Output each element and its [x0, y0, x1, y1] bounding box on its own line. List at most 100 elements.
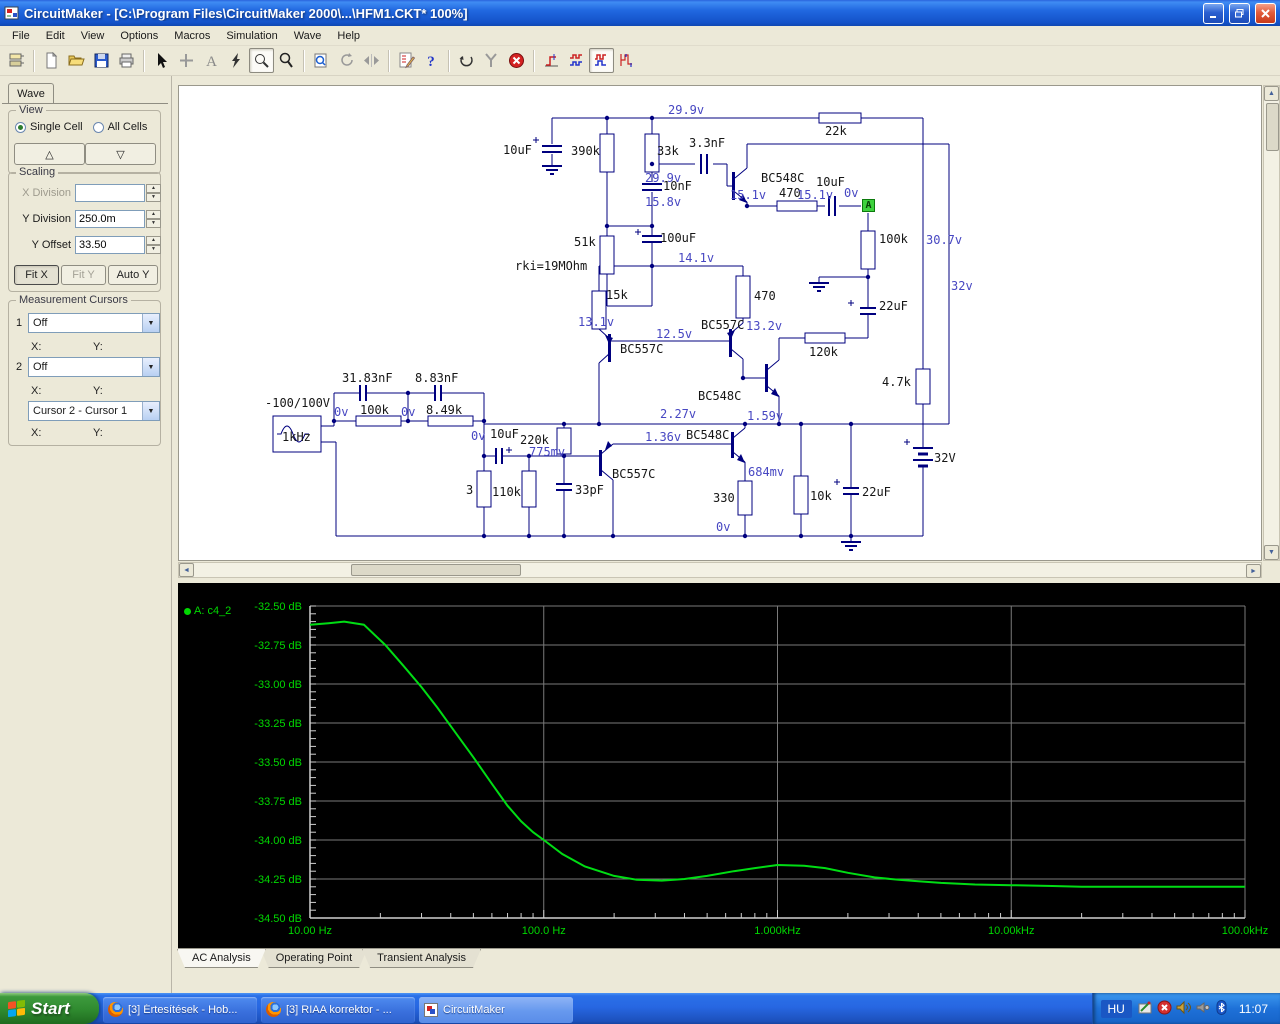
axis-tick-label: 10.00kHz	[988, 925, 1034, 937]
stop-tool-button[interactable]	[504, 48, 529, 73]
cursor1-y-label: Y:	[93, 341, 103, 353]
axis-tick-label: -33.00 dB	[254, 679, 302, 691]
radio-all-cells[interactable]	[92, 121, 104, 133]
dropdown-arrow-icon[interactable]: ▼	[142, 358, 159, 376]
schematic-label: 15k	[606, 288, 628, 302]
cursor2-select[interactable]: Off ▼	[28, 357, 160, 377]
taskbar-task[interactable]: [3] Értesítések - Hob...	[103, 996, 257, 1023]
restore-button[interactable]	[1229, 2, 1250, 24]
save-file-button[interactable]	[89, 48, 114, 73]
menu-view[interactable]: View	[73, 28, 113, 44]
toolbar-separator	[303, 49, 305, 72]
fit-x-button[interactable]: Fit X	[14, 265, 59, 285]
menu-edit[interactable]: Edit	[38, 28, 73, 44]
security-alert-icon[interactable]	[1157, 1000, 1172, 1018]
x-division-spinner[interactable]: ▲ ▼	[146, 184, 161, 202]
tab-wave[interactable]: Wave	[8, 83, 54, 104]
waveform-plot-panel[interactable]: A: c4_2 -32.50 dB -32.75 dB -33.00 dB -33.2…	[178, 583, 1280, 948]
cursor2-y-label: Y:	[93, 385, 103, 397]
waveform-tool-button[interactable]	[564, 48, 589, 73]
zoom-tool-icon	[255, 54, 269, 68]
wire-tool-button[interactable]	[174, 48, 199, 73]
start-button[interactable]: Start	[0, 993, 99, 1024]
zoom-window-tool-icon	[314, 53, 327, 68]
y-division-spinner[interactable]: ▲ ▼	[146, 210, 161, 228]
magnify-tool-button[interactable]	[274, 48, 299, 73]
text-tool-button[interactable]: A	[199, 48, 224, 73]
delete-tool-button[interactable]	[224, 48, 249, 73]
scroll-down-arrow[interactable]: ▼	[1264, 545, 1279, 560]
schematic-horizontal-scrollbar[interactable]: ◄ ►	[178, 562, 1262, 578]
tab-operating-point[interactable]: Operating Point	[261, 949, 367, 968]
schematic-label: 0v	[716, 520, 731, 534]
new-file-button[interactable]	[39, 48, 64, 73]
menu-wave[interactable]: Wave	[286, 28, 330, 44]
reset-tool-icon	[459, 56, 473, 67]
mirror-tool-button[interactable]	[359, 48, 384, 73]
simulation-setup-button[interactable]	[394, 48, 419, 73]
cursor1-select[interactable]: Off ▼	[28, 313, 160, 333]
tab-ac-analysis[interactable]: AC Analysis	[177, 949, 266, 968]
zoom-tool-button[interactable]	[249, 48, 274, 73]
toolbar-separator	[143, 49, 145, 72]
part-browser-button[interactable]	[4, 48, 29, 73]
volume-icon[interactable]	[1176, 1000, 1191, 1018]
schematic-label-layer: 29.9v 22k 10uF 390k 33k 3.3nF BC548C 29.9v 10nF 1…	[179, 86, 1261, 560]
pen-tablet-icon[interactable]	[1138, 1000, 1153, 1018]
analysis-tab-strip: AC Analysis Operating Point Transient Anal…	[178, 948, 1280, 974]
y-offset-input[interactable]	[75, 236, 145, 254]
scroll-left-arrow[interactable]: ◄	[179, 563, 194, 577]
taskbar-task[interactable]: CircuitMaker	[419, 996, 573, 1023]
menu-macros[interactable]: Macros	[166, 28, 218, 44]
taskbar-task[interactable]: [3] RIAA korrektor - ...	[261, 996, 415, 1023]
rotate-tool-button[interactable]	[334, 48, 359, 73]
horizontal-scroll-thumb[interactable]	[351, 564, 521, 576]
cell-down-button[interactable]: ▽	[85, 143, 156, 165]
reset-tool-button[interactable]	[454, 48, 479, 73]
schematic-label: 32V	[934, 451, 956, 465]
digital-waveform-tool-button[interactable]	[589, 48, 614, 73]
part-browser-icon	[9, 53, 24, 67]
menu-simulation[interactable]: Simulation	[218, 28, 285, 44]
dropdown-arrow-icon[interactable]: ▼	[142, 314, 159, 332]
tab-transient-analysis[interactable]: Transient Analysis	[362, 949, 481, 968]
zoom-window-tool-button[interactable]	[309, 48, 334, 73]
axis-tick-label: -33.50 dB	[254, 757, 302, 769]
x-division-input[interactable]	[75, 184, 145, 202]
svg-text:?: ?	[427, 54, 435, 69]
step-waveform-tool-button[interactable]	[539, 48, 564, 73]
schematic-label: BC557C	[620, 342, 664, 356]
menu-options[interactable]: Options	[112, 28, 166, 44]
language-indicator[interactable]: HU	[1100, 999, 1132, 1018]
vertical-scroll-thumb[interactable]	[1266, 103, 1279, 151]
print-button[interactable]	[114, 48, 139, 73]
cell-up-button[interactable]: △	[14, 143, 85, 165]
scroll-right-arrow[interactable]: ►	[1246, 564, 1261, 578]
auto-y-button[interactable]: Auto Y	[108, 265, 158, 285]
probe-tool-button[interactable]	[479, 48, 504, 73]
help-button[interactable]: ?	[419, 48, 444, 73]
cursor-diff-select[interactable]: Cursor 2 - Cursor 1 ▼	[28, 401, 160, 421]
selection-tool-button[interactable]	[149, 48, 174, 73]
bluetooth-icon[interactable]	[1214, 999, 1229, 1018]
close-button[interactable]	[1255, 2, 1276, 24]
schematic-label: 110k	[492, 485, 521, 499]
open-file-button[interactable]	[64, 48, 89, 73]
menu-help[interactable]: Help	[329, 28, 368, 44]
fit-y-button[interactable]: Fit Y	[61, 265, 106, 285]
schematic-view[interactable]: 29.9v 22k 10uF 390k 33k 3.3nF BC548C 29.9v 10nF 1…	[178, 85, 1262, 561]
schematic-label: 51k	[574, 235, 596, 249]
selection-tool-icon	[158, 53, 167, 68]
schematic-vertical-scrollbar[interactable]: ▲ ▼	[1263, 85, 1280, 561]
trace-waveform-tool-button[interactable]	[614, 48, 639, 73]
radio-single-cell[interactable]	[15, 121, 26, 133]
wire-tool-icon	[180, 54, 193, 67]
menu-file[interactable]: File	[4, 28, 38, 44]
y-offset-spinner[interactable]: ▲ ▼	[146, 236, 161, 254]
minimize-button[interactable]	[1203, 2, 1224, 24]
dropdown-arrow-icon[interactable]: ▼	[142, 402, 159, 420]
audio-device-icon[interactable]	[1195, 1000, 1210, 1018]
simulation-setup-icon	[399, 52, 415, 69]
y-division-input[interactable]	[75, 210, 145, 228]
scroll-up-arrow[interactable]: ▲	[1264, 86, 1279, 101]
